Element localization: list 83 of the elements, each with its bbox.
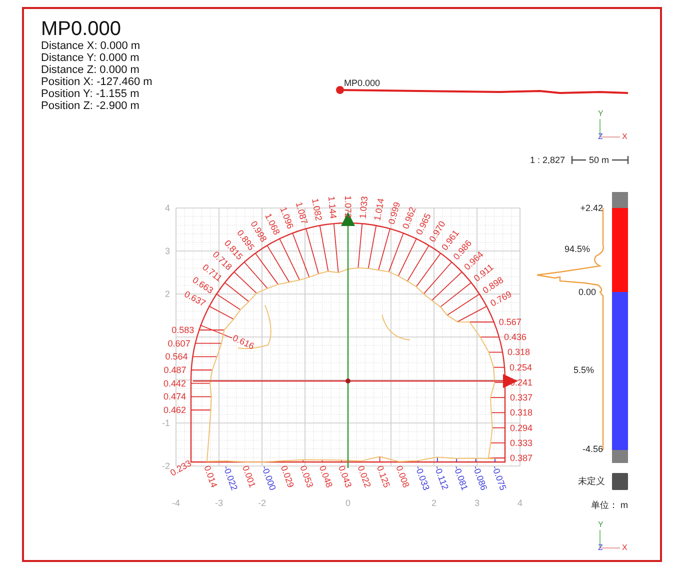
axis-label: X: [622, 543, 628, 552]
deviation-label: 0.769: [488, 288, 514, 308]
axis-tick-label: 3: [164, 246, 170, 256]
deviation-label: 0.014: [202, 464, 220, 489]
deviation-label: 0.583: [172, 325, 194, 335]
axis-tick-label: 4: [164, 203, 170, 213]
axis-label: Z: [598, 543, 603, 552]
deviation-label: -0.033: [413, 464, 432, 492]
point-info-line: Distance Z: 0.000 m: [41, 64, 140, 76]
point-info-line: Position X: -127.460 m: [41, 76, 152, 88]
point-info-line: Position Z: -2.900 m: [41, 100, 140, 112]
deviation-label: 1.014: [372, 198, 386, 222]
scale-value: +2.42: [580, 203, 603, 213]
share-value: 94.5%: [564, 244, 590, 254]
deviation-label: 0.333: [510, 438, 533, 448]
deviation-label: 0.474: [163, 392, 186, 402]
deviation-label: 0.462: [163, 405, 186, 415]
deviation-label: 0.387: [510, 453, 533, 463]
deviation-label: 0.564: [165, 352, 188, 362]
axis-tick-label: 3: [474, 498, 480, 508]
track-label: MP0.000: [344, 78, 380, 88]
point-info-line: Distance Y: 0.000 m: [41, 52, 140, 64]
deviation-label: -0.022: [221, 464, 240, 492]
deviation-label: 0.487: [164, 365, 186, 375]
share-value: 5.5%: [573, 365, 594, 375]
deviation-label: 0.053: [298, 464, 316, 489]
deviation-label: 1.144: [326, 196, 338, 220]
deviation-label: 1.087: [294, 200, 310, 226]
deviation-label: 0.318: [508, 347, 530, 358]
deviation-label: -0.000: [260, 464, 278, 492]
deviation-label: 0.436: [504, 332, 527, 342]
deviation-label: 0.233: [168, 458, 193, 478]
deviation-label: -0.081: [452, 464, 470, 492]
deviation-label: -0.086: [470, 464, 490, 492]
deviation-label: 0.442: [163, 378, 186, 388]
scale-value: -4.56: [582, 444, 603, 454]
deviation-label: 0.001: [240, 464, 258, 489]
axis-tick-label: -2: [162, 461, 170, 471]
undefined-label: 未定义: [578, 476, 605, 486]
scale-value: 0.00: [578, 287, 596, 297]
axis-tick-label: 2: [164, 289, 170, 299]
deviation-label: 0.318: [510, 408, 533, 418]
point-title: MP0.000: [41, 18, 122, 40]
axis-tick-label: -3: [215, 498, 223, 508]
axis-label: X: [622, 132, 628, 141]
deviation-label: 0.616: [231, 332, 256, 352]
deviation-label: 1.033: [358, 196, 370, 220]
undefined-swatch: [612, 473, 628, 490]
axis-tick-label: 2: [432, 498, 436, 508]
deviation-label: 0.022: [356, 464, 373, 489]
deviation-label: 0.607: [168, 338, 190, 348]
axis-label: Y: [598, 109, 604, 118]
scale-bar: [572, 156, 628, 164]
unit-label: 单位： m: [591, 500, 628, 510]
deviation-label: 0.999: [386, 200, 402, 226]
point-info-line: Distance X: 0.000 m: [41, 40, 140, 52]
deviation-label: 1.072: [343, 195, 353, 218]
deviation-label: 0.254: [510, 362, 532, 372]
axis-tick-label: -4: [172, 498, 180, 508]
axis-tick-label: 0: [346, 498, 350, 508]
deviation-label: 0.567: [498, 317, 522, 327]
scale-ratio: 1 : 2,827: [530, 155, 566, 165]
scale-length: 50 m: [589, 155, 609, 165]
deviation-label: 0.337: [510, 392, 533, 403]
deviation-label: -0.112: [432, 464, 450, 492]
deviation-label: -0.075: [490, 464, 508, 492]
deviation-label: 0.048: [317, 464, 334, 489]
axis-label: Y: [598, 520, 604, 529]
axis-triad-icon: [600, 118, 620, 138]
axis-tick-label: 4: [518, 498, 522, 508]
deviation-label: 0.125: [374, 464, 392, 489]
deviation-label: 0.294: [510, 422, 533, 433]
axis-tick-label: -1: [162, 418, 170, 428]
axis-triad-icon: [600, 530, 620, 548]
deviation-label: 1.096: [278, 206, 296, 230]
deviation-label: 0.008: [394, 464, 412, 489]
origin-dot: [346, 378, 350, 384]
axis-tick-label: -2: [258, 498, 266, 508]
axis-label: Z: [598, 132, 603, 141]
deviation-label: 0.029: [278, 464, 296, 489]
point-info-line: Position Y: -1.155 m: [41, 88, 140, 100]
deviation-label: 0.043: [336, 464, 354, 489]
deviation-label: 1.082: [310, 198, 324, 222]
